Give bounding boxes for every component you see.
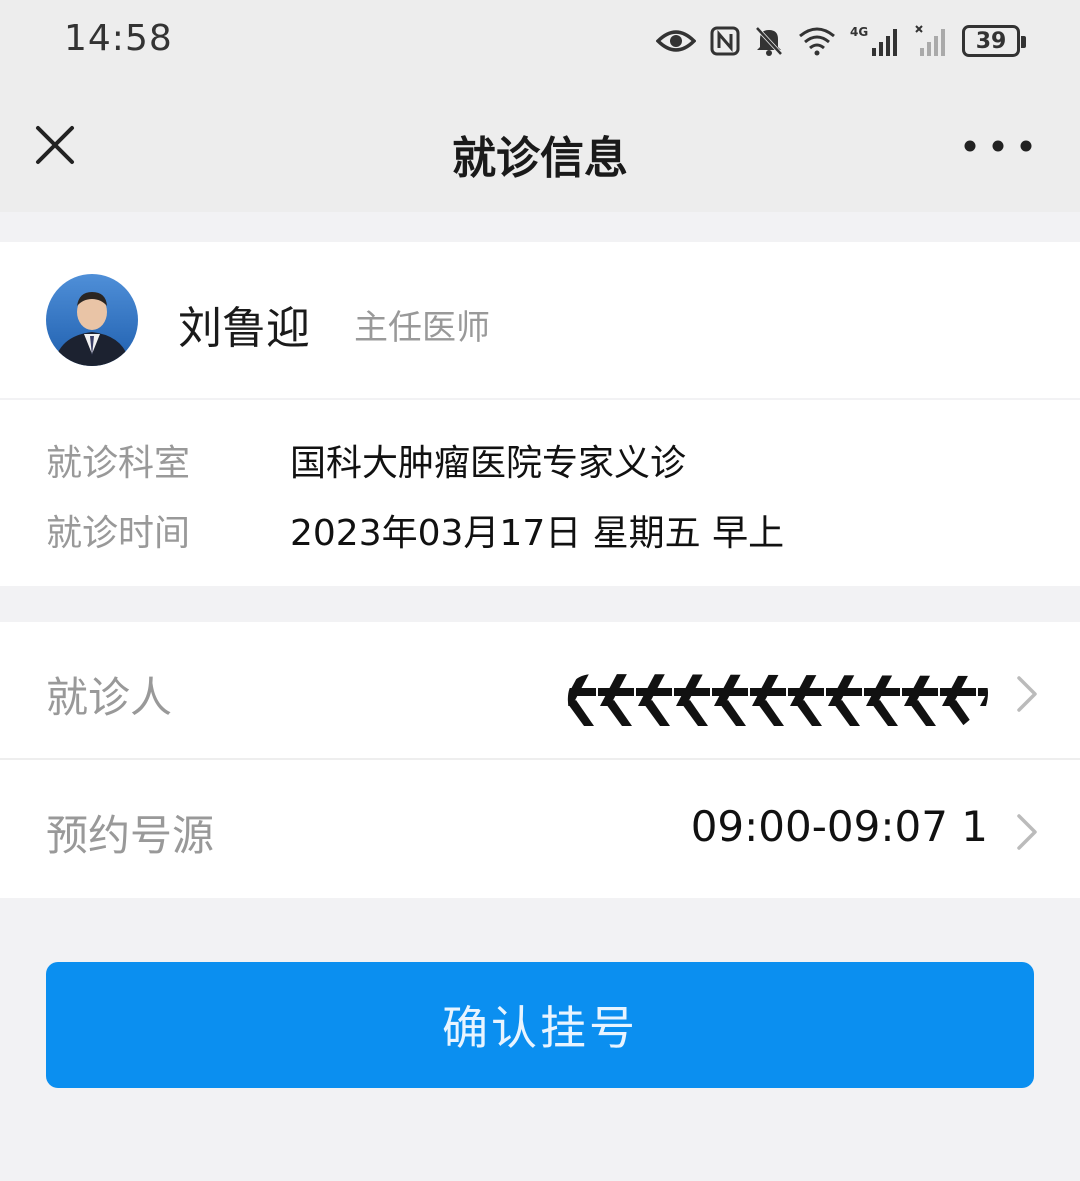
battery-icon: 39 [962,25,1026,57]
nfc-icon [710,26,740,56]
chevron-right-icon [1017,676,1037,712]
4g-signal-icon: 4G [850,25,897,56]
signal-icon [915,25,945,56]
visit-time-row: 就诊时间 2023年03月17日 星期五 早上 [0,498,1080,558]
department-row: 就诊科室 国科大肿瘤医院专家义诊 [0,428,1080,488]
more-icon[interactable] [960,132,1036,160]
department-value: 国科大肿瘤医院专家义诊 [290,443,687,484]
battery-level: 39 [975,28,1007,54]
doctor-name: 刘鲁迎 [178,303,310,354]
appointment-slot-value: 09:00-09:07 1 [690,802,988,851]
appointment-slot-row[interactable]: 预约号源 09:00-09:07 1 [0,760,1080,898]
mute-bell-icon [755,26,783,56]
department-label: 就诊科室 [46,443,191,484]
wifi-icon [799,27,835,56]
page-title: 就诊信息 [452,133,628,184]
visit-info-card: 就诊科室 国科大肿瘤医院专家义诊 就诊时间 2023年03月17日 星期五 早上 [0,400,1080,586]
doctor-title: 主任医师 [354,308,490,348]
patient-card: 就诊人 预约号源 09:00-09:07 1 [0,622,1080,898]
doctor-avatar [46,274,138,366]
patient-select-row[interactable]: 就诊人 [0,622,1080,760]
status-icons: 4G 39 [656,20,1026,62]
visit-time-value: 2023年03月17日 星期五 早上 [290,513,785,554]
svg-text:4G: 4G [850,25,868,39]
redacted-patient-name [567,673,988,728]
patient-label: 就诊人 [46,673,173,722]
status-bar: 14:58 4G 39 [0,0,1080,88]
appointment-slot-label: 预约号源 [46,811,215,860]
eye-icon [656,30,696,52]
visit-time-label: 就诊时间 [46,513,191,554]
title-bar: 就诊信息 [0,88,1080,212]
status-time: 14:58 [64,18,173,59]
doctor-card: 刘鲁迎 主任医师 [0,242,1080,398]
confirm-registration-button[interactable]: 确认挂号 [46,962,1034,1088]
chevron-right-icon [1017,814,1037,850]
